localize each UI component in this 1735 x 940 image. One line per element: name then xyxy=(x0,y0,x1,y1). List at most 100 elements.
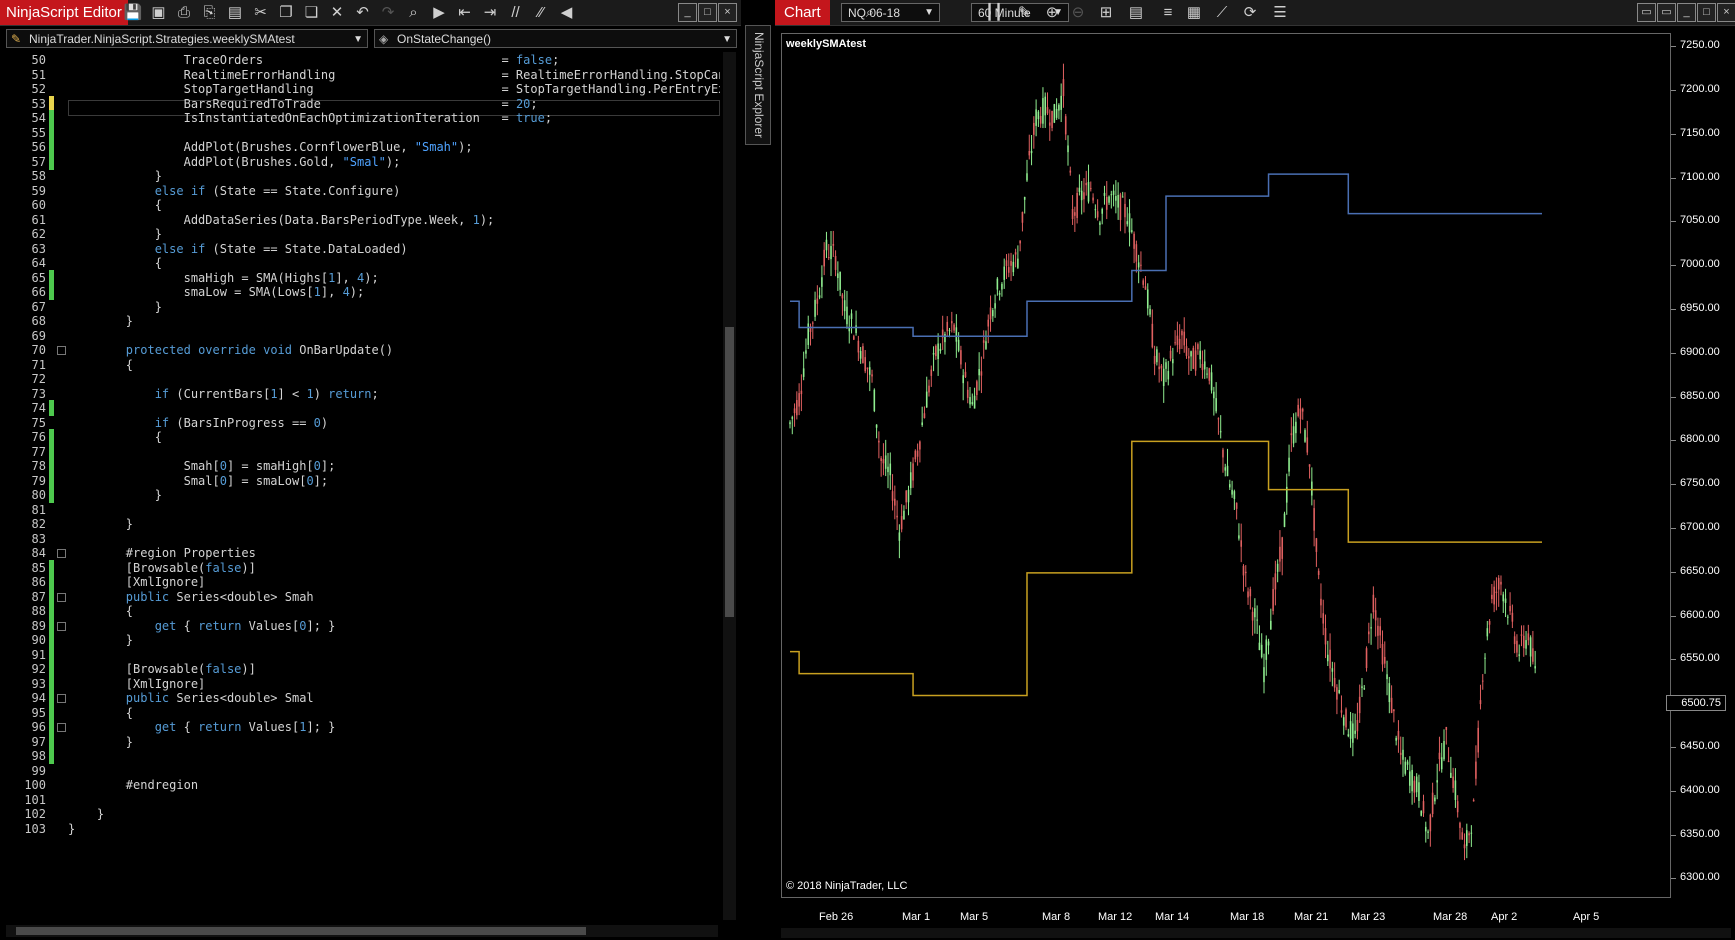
candle-body xyxy=(1001,283,1003,290)
crosshair-icon[interactable]: ⊞ xyxy=(1095,2,1117,23)
restore-button[interactable]: ▭ xyxy=(1637,3,1656,22)
visual-studio-icon[interactable]: ◀ xyxy=(556,2,578,23)
draw-icon[interactable]: ✎ xyxy=(1013,2,1035,23)
y-tick-mark xyxy=(1671,615,1676,617)
indicators-icon[interactable]: ≡ xyxy=(1157,2,1179,23)
undo-icon[interactable]: ↶ xyxy=(352,2,374,23)
candle-body xyxy=(850,313,853,319)
fold-toggle-icon[interactable] xyxy=(57,592,66,602)
close-button[interactable]: × xyxy=(1717,3,1735,22)
candle-body xyxy=(1215,398,1217,412)
fold-toggle-icon[interactable] xyxy=(57,694,66,703)
copy-icon[interactable]: ❐ xyxy=(275,2,297,23)
delete-icon[interactable]: ✕ xyxy=(326,2,348,23)
candle-body xyxy=(1030,150,1033,154)
candle-body xyxy=(1513,636,1516,645)
tile-button[interactable]: ▭ xyxy=(1657,3,1676,22)
instrument-selector[interactable]: NQ 06-18 ▼ xyxy=(841,3,940,22)
candle-body xyxy=(1459,822,1461,828)
minimize-button[interactable]: _ xyxy=(1677,3,1696,22)
strategies-icon[interactable]: ▦ xyxy=(1183,2,1205,23)
candle-body xyxy=(1156,349,1158,363)
candle-body xyxy=(1087,181,1090,202)
maximize-button[interactable]: □ xyxy=(698,3,717,22)
candle-body xyxy=(1500,581,1502,585)
indent-icon[interactable]: ⇥ xyxy=(479,2,501,23)
candle-body xyxy=(823,249,825,267)
candle-body xyxy=(1363,688,1366,690)
properties-icon[interactable]: ▤ xyxy=(1125,2,1147,23)
candle-body xyxy=(1322,613,1325,624)
candle-body xyxy=(1167,371,1170,380)
fold-toggle-icon[interactable] xyxy=(57,723,66,732)
candle-body xyxy=(1117,195,1119,208)
y-tick-label: 6900.00 xyxy=(1680,345,1720,358)
candle-body xyxy=(1379,626,1382,636)
candle-body xyxy=(1507,616,1509,618)
chevron-down-icon: ▼ xyxy=(722,34,732,45)
candle-body xyxy=(916,450,919,457)
maximize-button[interactable]: □ xyxy=(1697,3,1716,22)
reload-icon[interactable]: ⟳ xyxy=(1239,2,1261,23)
code-line[interactable]: 103} xyxy=(6,821,720,837)
more-icon[interactable]: ☰ xyxy=(1269,2,1291,23)
search-icon[interactable]: ⌕ xyxy=(859,2,881,23)
print-icon[interactable]: ⎙ xyxy=(173,2,195,23)
candle-body xyxy=(1105,196,1108,210)
candle-body xyxy=(1226,465,1229,477)
candle-body xyxy=(1527,633,1530,641)
candle-body xyxy=(1472,799,1475,802)
candle-body xyxy=(1074,212,1076,216)
candle-body xyxy=(1283,513,1286,527)
candle-body xyxy=(953,324,955,331)
bar-type-icon[interactable]: ┃┃ xyxy=(983,2,1005,23)
save-all-icon[interactable]: ▣ xyxy=(148,2,170,23)
paste-icon[interactable]: ❏ xyxy=(301,2,323,23)
y-tick-mark xyxy=(1671,352,1676,354)
template-icon[interactable]: ▤ xyxy=(224,2,246,23)
comment-icon[interactable]: // xyxy=(505,2,527,23)
candle-body xyxy=(868,367,871,375)
find-icon[interactable]: ⌕ xyxy=(403,2,425,23)
member-combo[interactable]: ◈ OnStateChange() ▼ xyxy=(374,29,737,48)
fold-toggle-icon[interactable] xyxy=(57,346,66,355)
candle-body xyxy=(1146,289,1149,309)
close-button[interactable]: × xyxy=(718,3,737,22)
chart-panel[interactable]: weeklySMAtest © 2018 NinjaTrader, LLC xyxy=(781,33,1671,898)
scroll-thumb[interactable] xyxy=(16,927,586,935)
code-editor[interactable]: 50 TraceOrders = false; 51 RealtimeErrorH… xyxy=(6,52,720,920)
fold-toggle-icon[interactable] xyxy=(57,549,66,558)
x-tick-label: Apr 2 xyxy=(1491,911,1518,923)
candle-body xyxy=(1329,649,1331,669)
scroll-thumb[interactable] xyxy=(725,327,734,617)
candle-body xyxy=(955,327,958,342)
member-combo-value: OnStateChange() xyxy=(397,32,492,46)
vertical-scrollbar[interactable] xyxy=(723,52,736,920)
save-icon[interactable]: 💾 xyxy=(122,2,144,23)
cut-icon[interactable]: ✂ xyxy=(250,2,272,23)
y-tick-mark xyxy=(1671,265,1676,267)
candle-body xyxy=(1210,372,1213,391)
zoom-out-icon[interactable]: ⊖ xyxy=(1067,2,1089,23)
candle-body xyxy=(1124,203,1126,218)
candle-body xyxy=(855,325,857,334)
uncomment-icon[interactable]: ⁄⁄ xyxy=(530,2,552,23)
class-combo[interactable]: ✎ NinjaTrader.NinjaScript.Strategies.wee… xyxy=(6,29,368,48)
candle-body xyxy=(1502,594,1505,602)
horizontal-scrollbar[interactable] xyxy=(6,925,718,937)
candle-body xyxy=(1224,467,1227,471)
candle-body xyxy=(1190,351,1192,357)
compile-icon[interactable]: ▶ xyxy=(428,2,450,23)
outdent-icon[interactable]: ⇤ xyxy=(454,2,476,23)
chart-horizontal-scrollbar[interactable] xyxy=(781,928,1731,938)
minimize-button[interactable]: _ xyxy=(678,3,697,22)
drawing-tools-icon[interactable]: ⟋ xyxy=(1211,2,1233,23)
fold-toggle-icon[interactable] xyxy=(57,621,66,631)
candle-body xyxy=(1504,598,1507,603)
print-preview-icon[interactable]: ⎘ xyxy=(199,2,221,23)
zoom-in-icon[interactable]: ⊕ xyxy=(1041,2,1063,23)
ninjascript-explorer-tab[interactable]: NinjaScript Explorer xyxy=(745,25,771,145)
candle-body xyxy=(1301,408,1304,412)
candle-body xyxy=(1395,737,1397,741)
redo-icon[interactable]: ↷ xyxy=(377,2,399,23)
